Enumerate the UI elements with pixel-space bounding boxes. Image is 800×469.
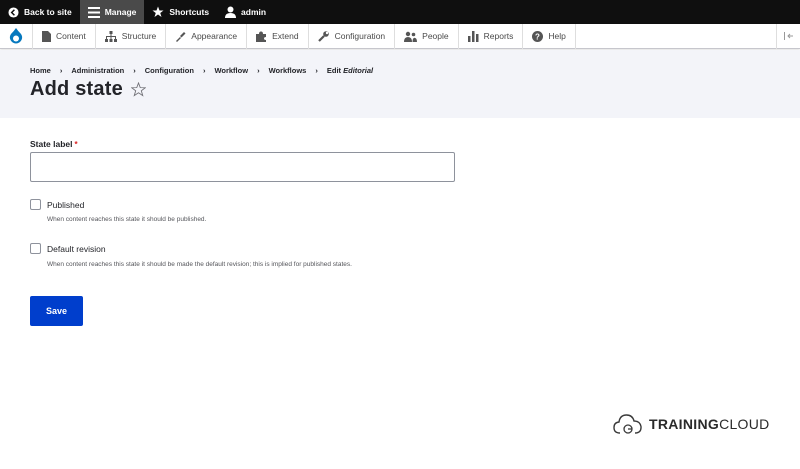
brand-name: TRAININGCLOUD [649, 416, 770, 432]
page-title: Add state [30, 78, 123, 100]
people-icon [404, 31, 418, 42]
published-description: When content reaches this state it shoul… [47, 216, 207, 223]
add-state-form: State label * Published When content rea… [30, 139, 460, 268]
save-button[interactable]: Save [30, 296, 83, 326]
tray-item-content[interactable]: Content [33, 23, 96, 49]
tray-item-label: Help [548, 31, 566, 41]
star-icon [152, 6, 164, 17]
structure-icon [104, 30, 117, 42]
required-marker: * [74, 139, 78, 149]
breadcrumb-edit-editorial[interactable]: Edit Editorial [327, 66, 373, 75]
puzzle-icon [256, 31, 267, 42]
breadcrumb-separator: › [59, 66, 63, 75]
breadcrumb: Home › Administration › Configuration › … [30, 66, 373, 75]
user-icon [225, 6, 237, 18]
user-tab[interactable]: admin [217, 0, 274, 24]
shortcut-star-icon[interactable] [130, 82, 146, 97]
state-label-text: State label [30, 139, 73, 149]
trainingcloud-logo: TRAININGCLOUD [613, 412, 770, 436]
manage-tab[interactable]: Manage [79, 0, 145, 24]
shortcuts-tab[interactable]: Shortcuts [144, 0, 217, 24]
tray-item-help[interactable]: ? Help [523, 23, 576, 49]
svg-text:?: ? [535, 32, 540, 41]
breadcrumb-administration[interactable]: Administration [71, 66, 124, 75]
state-label-field-label: State label * [30, 139, 460, 149]
breadcrumb-workflow[interactable]: Workflow [214, 66, 248, 75]
breadcrumb-separator: › [315, 66, 318, 75]
tray-item-extend[interactable]: Extend [247, 23, 309, 49]
breadcrumb-separator: › [257, 66, 260, 75]
cloud-icon [613, 414, 642, 434]
back-arrow-icon [8, 6, 19, 18]
default-revision-label: Default revision [47, 243, 106, 254]
collapse-icon [783, 32, 793, 40]
state-label-input[interactable] [30, 152, 455, 182]
tray-orientation-toggle[interactable] [776, 23, 800, 49]
shortcuts-label: Shortcuts [169, 7, 210, 17]
breadcrumb-edit-prefix: Edit [326, 66, 342, 75]
tray-item-label: Reports [483, 31, 514, 41]
breadcrumb-configuration[interactable]: Configuration [145, 66, 194, 75]
default-revision-row: Default revision [30, 243, 106, 254]
drupal-logo[interactable] [0, 23, 33, 49]
drupal-drop-icon [9, 28, 23, 44]
tray-item-reports[interactable]: Reports [459, 23, 524, 49]
default-revision-checkbox[interactable] [30, 243, 41, 254]
breadcrumb-separator: › [133, 66, 136, 75]
help-icon: ? [532, 30, 544, 42]
wrench-icon [317, 30, 329, 42]
breadcrumb-separator: › [202, 66, 206, 75]
tray-item-label: People [422, 31, 449, 41]
tray-item-appearance[interactable]: Appearance [166, 23, 248, 49]
breadcrumb-home[interactable]: Home [30, 66, 51, 75]
bar-chart-icon [467, 30, 479, 42]
tray-item-structure[interactable]: Structure [96, 23, 167, 49]
page-header: Home › Administration › Configuration › … [0, 50, 800, 118]
manage-label: Manage [104, 7, 137, 17]
tray-item-label: Structure [121, 31, 157, 41]
brand-name-rest: CLOUD [719, 416, 770, 432]
breadcrumb-edit-name: Editorial [343, 66, 374, 75]
document-icon [42, 30, 51, 42]
default-revision-description: When content reaches this state it shoul… [47, 261, 352, 268]
menu-icon [87, 6, 100, 18]
back-to-site-link[interactable]: Back to site [0, 0, 80, 24]
tray-item-configuration[interactable]: Configuration [309, 23, 396, 49]
published-checkbox[interactable] [30, 199, 41, 210]
tray-item-label: Appearance [191, 31, 238, 41]
admin-toolbar: Back to site Manage Shortcuts admin [0, 0, 800, 24]
breadcrumb-workflows[interactable]: Workflows [269, 66, 307, 75]
published-label: Published [47, 199, 85, 210]
tray-item-label: Content [56, 31, 86, 41]
published-row: Published [30, 199, 84, 210]
tray-item-label: Configuration [334, 31, 386, 41]
page-title-row: Add state [30, 78, 146, 101]
user-label: admin [241, 7, 267, 17]
paintbrush-icon [176, 31, 186, 42]
back-to-site-label: Back to site [24, 7, 72, 17]
brand-name-strong: TRAINING [649, 416, 720, 432]
admin-tray: Content Structure Appearance Extend Conf… [0, 23, 800, 49]
tray-item-label: Extend [272, 31, 299, 41]
tray-item-people[interactable]: People [395, 23, 459, 49]
